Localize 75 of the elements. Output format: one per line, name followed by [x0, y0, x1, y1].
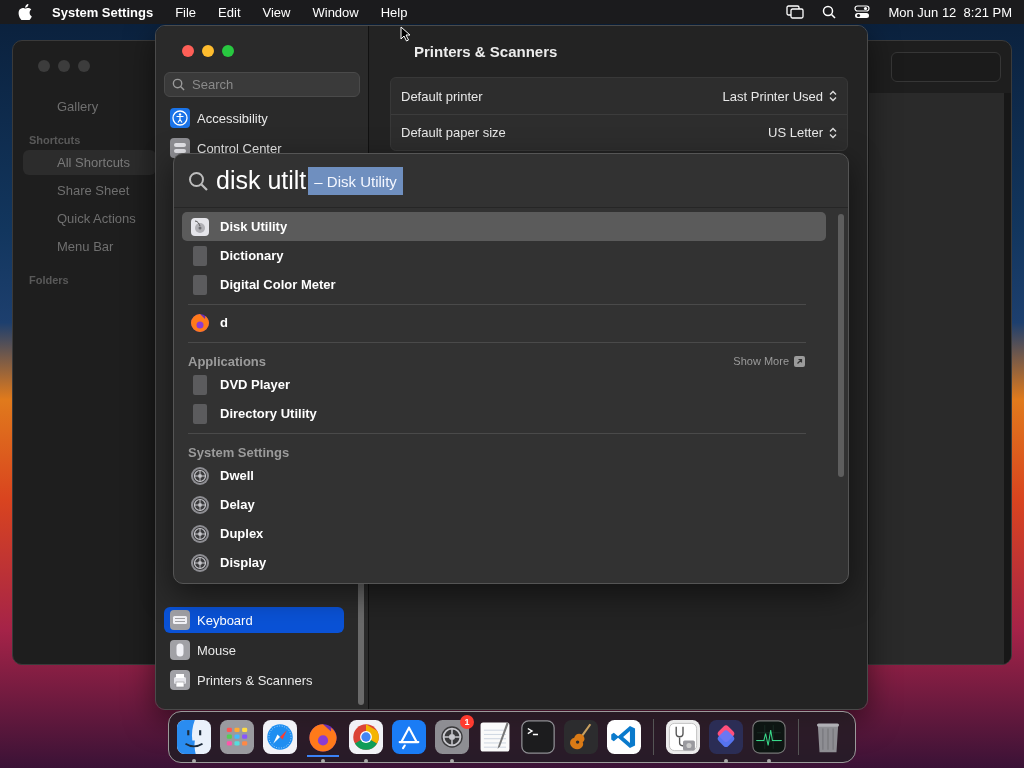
section-header: Applications: [188, 353, 266, 369]
setting-label: Default paper size: [401, 125, 507, 140]
close-button[interactable]: [182, 45, 194, 57]
up-down-chevron-icon: [829, 90, 837, 102]
pointer-icon: [400, 26, 411, 42]
result-item[interactable]: DVD Player: [182, 370, 826, 399]
result-item[interactable]: Duplex: [182, 519, 826, 548]
menu-item[interactable]: Edit: [218, 4, 241, 20]
accessibility-icon: [170, 108, 190, 128]
menu-item[interactable]: Help: [380, 4, 408, 20]
menu-clock[interactable]: Mon Jun 12 8:21 PM: [888, 4, 1012, 20]
result-item[interactable]: d: [182, 308, 826, 337]
pulse-graph-icon[interactable]: [752, 720, 786, 754]
notification-badge: 1: [460, 715, 474, 729]
mouse-icon: [170, 640, 190, 660]
grid-icon[interactable]: [220, 720, 254, 754]
show-more-link[interactable]: Show More: [733, 355, 805, 367]
pane-title: Printers & Scanners: [414, 43, 559, 60]
result-item[interactable]: Dwell: [182, 461, 826, 490]
gear-icon: [190, 552, 210, 573]
menu-item[interactable]: View: [262, 4, 291, 20]
up-down-chevron-icon: [829, 126, 837, 139]
gear-icon: [190, 465, 210, 486]
popup-button[interactable]: US Letter: [768, 125, 837, 140]
apple-logo-icon[interactable]: [18, 4, 32, 20]
terminal-icon[interactable]: [521, 720, 555, 754]
gear-icon[interactable]: [435, 720, 469, 754]
printer-icon: [170, 670, 190, 690]
compass-icon[interactable]: [263, 720, 297, 754]
search-icon: [172, 78, 185, 91]
ring-icon[interactable]: [349, 720, 383, 754]
zoom-button[interactable]: [222, 45, 234, 57]
search-input[interactable]: disk utilt – Disk Utility: [208, 166, 403, 195]
keyboard-icon: [170, 610, 190, 630]
app-menu[interactable]: System Settings: [52, 4, 154, 20]
setting-label: Default printer: [401, 88, 484, 104]
result-item[interactable]: Display: [182, 548, 826, 577]
section-header: Folders: [28, 273, 70, 288]
search-icon: [188, 170, 208, 191]
notepad-icon[interactable]: [478, 720, 512, 754]
control-center-icon[interactable]: [854, 5, 871, 19]
sidebar-item[interactable]: Mouse: [164, 637, 344, 663]
minimize-button[interactable]: [202, 45, 214, 57]
menu-item[interactable]: Window: [312, 4, 359, 20]
code-icon[interactable]: [607, 720, 641, 754]
gear-icon: [190, 494, 210, 515]
screen-mirroring-icon[interactable]: [786, 5, 805, 19]
scrollbar[interactable]: [838, 214, 844, 477]
arrow-box-icon: [794, 355, 805, 367]
result-item[interactable]: Disk Utility: [182, 212, 826, 241]
popup-button[interactable]: Last Printer Used: [722, 88, 837, 104]
app-placeholder-icon: [190, 274, 210, 295]
result-item[interactable]: Delay: [182, 490, 826, 519]
stethoscope-icon[interactable]: [666, 720, 700, 754]
result-item[interactable]: Digital Color Meter: [182, 270, 826, 299]
search-field[interactable]: [891, 52, 1001, 82]
gear-icon: [190, 523, 210, 544]
app-placeholder-icon: [190, 245, 210, 266]
guitar-icon[interactable]: [564, 720, 598, 754]
app-placeholder-icon: [190, 403, 210, 424]
layers-icon[interactable]: [709, 720, 743, 754]
section-header: Shortcuts: [28, 133, 82, 148]
sidebar-item[interactable]: Keyboard: [164, 607, 344, 633]
smile-icon[interactable]: [177, 720, 211, 754]
result-item[interactable]: Directory Utility: [182, 399, 826, 428]
sidebar-item[interactable]: Accessibility: [164, 105, 344, 131]
section-header: System Settings: [188, 444, 290, 460]
menu-item[interactable]: File: [175, 4, 197, 20]
search-icon[interactable]: [822, 5, 837, 19]
flame-globe-icon: [190, 312, 210, 333]
search-field[interactable]: Search: [164, 72, 360, 97]
disk-drive-icon: [190, 216, 210, 237]
sidebar-item[interactable]: Printers & Scanners: [164, 667, 344, 693]
result-item[interactable]: Dictionary: [182, 241, 826, 270]
app-placeholder-icon: [190, 374, 210, 395]
